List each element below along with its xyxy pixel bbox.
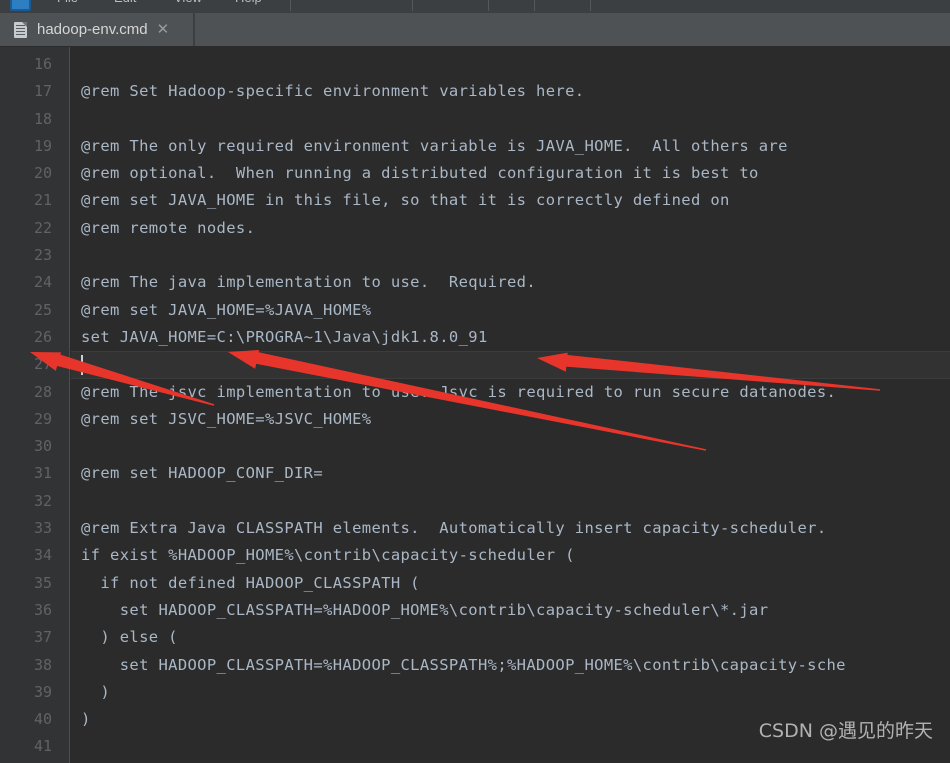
line-number[interactable]: 36 xyxy=(0,597,52,624)
line-number[interactable]: 30 xyxy=(0,433,52,460)
code-line-36[interactable]: 36 set HADOOP_CLASSPATH=%HADOOP_HOME%\co… xyxy=(0,597,950,624)
line-number[interactable]: 17 xyxy=(0,78,52,105)
line-number[interactable]: 34 xyxy=(0,542,52,569)
line-number[interactable]: 38 xyxy=(0,652,52,679)
code-line-38[interactable]: 38 set HADOOP_CLASSPATH=%HADOOP_CLASSPAT… xyxy=(0,652,950,679)
line-text: set JAVA_HOME=C:\PROGRA~1\Java\jdk1.8.0_… xyxy=(81,327,488,346)
menu-item-help[interactable]: Help xyxy=(235,0,262,5)
code-lines: 16 17 @rem Set Hadoop-specific environment… xyxy=(0,47,950,761)
line-number[interactable]: 41 xyxy=(0,733,52,760)
current-line-highlight xyxy=(71,351,950,379)
code-line-22[interactable]: 22 @rem remote nodes. xyxy=(0,215,950,242)
code-line-17[interactable]: 17 @rem Set Hadoop-specific environment v… xyxy=(0,78,950,105)
code-line-20[interactable]: 20 @rem optional. When running a distribu… xyxy=(0,160,950,187)
line-number[interactable]: 16 xyxy=(0,51,52,78)
line-text: @rem set JSVC_HOME=%JSVC_HOME% xyxy=(81,409,372,428)
line-number[interactable]: 40 xyxy=(0,706,52,733)
code-line-30[interactable]: 30 xyxy=(0,433,950,460)
code-editor[interactable]: 16 17 @rem Set Hadoop-specific environment… xyxy=(0,47,950,763)
tab-label: hadoop-env.cmd xyxy=(37,21,148,38)
toolbar-separator xyxy=(590,0,591,11)
line-number[interactable]: 23 xyxy=(0,242,52,269)
code-line-33[interactable]: 33 @rem Extra Java CLASSPATH elements. Au… xyxy=(0,515,950,542)
code-line-25[interactable]: 25 @rem set JAVA_HOME=%JAVA_HOME% xyxy=(0,297,950,324)
toolbar-separator xyxy=(534,0,535,11)
code-line-34[interactable]: 34 if exist %HADOOP_HOME%\contrib\capacit… xyxy=(0,542,950,569)
menu-item-file[interactable]: File xyxy=(57,0,78,5)
toolbar-separator xyxy=(290,0,291,11)
line-text: set HADOOP_CLASSPATH=%HADOOP_HOME%\contr… xyxy=(81,600,769,619)
line-text: @rem optional. When running a distribute… xyxy=(81,164,759,183)
line-number[interactable]: 25 xyxy=(0,297,52,324)
code-line-26[interactable]: 26 set JAVA_HOME=C:\PROGRA~1\Java\jdk1.8.… xyxy=(0,324,950,351)
close-icon[interactable]: ✕ xyxy=(157,22,170,37)
code-line-37[interactable]: 37 ) else ( xyxy=(0,624,950,651)
line-text: if exist %HADOOP_HOME%\contrib\capacity-… xyxy=(81,546,575,565)
line-text: @rem set JAVA_HOME=%JAVA_HOME% xyxy=(81,300,372,319)
line-number[interactable]: 20 xyxy=(0,160,52,187)
line-text: ) xyxy=(81,682,111,701)
line-text: @rem remote nodes. xyxy=(81,218,256,237)
line-number[interactable]: 27 xyxy=(0,351,52,378)
code-line-16[interactable]: 16 xyxy=(0,51,950,78)
line-text: ) else ( xyxy=(81,628,178,647)
line-number[interactable]: 35 xyxy=(0,570,52,597)
line-number[interactable]: 26 xyxy=(0,324,52,351)
line-text: @rem The only required environment varia… xyxy=(81,136,788,155)
line-number[interactable]: 37 xyxy=(0,624,52,651)
code-line-18[interactable]: 18 xyxy=(0,106,950,133)
line-text: @rem The jsvc implementation to use. Jsv… xyxy=(81,382,837,401)
line-number[interactable]: 29 xyxy=(0,406,52,433)
line-text: @rem Set Hadoop-specific environment var… xyxy=(81,82,585,101)
line-number[interactable]: 18 xyxy=(0,106,52,133)
code-line-32[interactable]: 32 xyxy=(0,488,950,515)
toolbar-separator xyxy=(412,0,413,11)
line-text: @rem Extra Java CLASSPATH elements. Auto… xyxy=(81,519,827,538)
menu-item-edit[interactable]: Edit xyxy=(114,0,136,5)
tab-strip-background xyxy=(195,13,950,46)
line-number[interactable]: 39 xyxy=(0,679,52,706)
code-line-31[interactable]: 31 @rem set HADOOP_CONF_DIR= xyxy=(0,460,950,487)
code-line-19[interactable]: 19 @rem The only required environment var… xyxy=(0,133,950,160)
tab-hadoop-env-cmd[interactable]: hadoop-env.cmd ✕ xyxy=(0,13,193,46)
line-text: @rem set HADOOP_CONF_DIR= xyxy=(81,464,324,483)
cmd-file-icon xyxy=(14,21,27,38)
code-line-28[interactable]: 28 @rem The jsvc implementation to use. J… xyxy=(0,379,950,406)
code-line-35[interactable]: 35 if not defined HADOOP_CLASSPATH ( xyxy=(0,570,950,597)
csdn-watermark: CSDN @遇见的昨天 xyxy=(758,720,933,742)
line-number[interactable]: 31 xyxy=(0,460,52,487)
code-line-29[interactable]: 29 @rem set JSVC_HOME=%JSVC_HOME% xyxy=(0,406,950,433)
menu-bar: File Edit View Help xyxy=(0,0,950,13)
line-number[interactable]: 32 xyxy=(0,488,52,515)
code-line-27[interactable]: 27 xyxy=(0,351,950,379)
line-number[interactable]: 33 xyxy=(0,515,52,542)
line-number[interactable]: 21 xyxy=(0,187,52,214)
line-number[interactable]: 28 xyxy=(0,379,52,406)
code-line-23[interactable]: 23 xyxy=(0,242,950,269)
line-text: @rem The java implementation to use. Req… xyxy=(81,273,537,292)
editor-tab-bar: hadoop-env.cmd ✕ xyxy=(0,13,950,47)
toolbar-separator xyxy=(488,0,489,11)
line-text: if not defined HADOOP_CLASSPATH ( xyxy=(81,573,420,592)
code-line-24[interactable]: 24 @rem The java implementation to use. R… xyxy=(0,269,950,296)
menu-item-view[interactable]: View xyxy=(174,0,202,5)
text-caret xyxy=(81,355,83,376)
line-number[interactable]: 24 xyxy=(0,269,52,296)
code-line-21[interactable]: 21 @rem set JAVA_HOME in this file, so th… xyxy=(0,187,950,214)
line-number[interactable]: 19 xyxy=(0,133,52,160)
line-number[interactable]: 22 xyxy=(0,215,52,242)
ide-logo-icon xyxy=(10,0,31,11)
code-line-39[interactable]: 39 ) xyxy=(0,679,950,706)
line-text: @rem set JAVA_HOME in this file, so that… xyxy=(81,191,730,210)
line-text: set HADOOP_CLASSPATH=%HADOOP_CLASSPATH%;… xyxy=(81,655,846,674)
line-text: ) xyxy=(81,710,91,729)
